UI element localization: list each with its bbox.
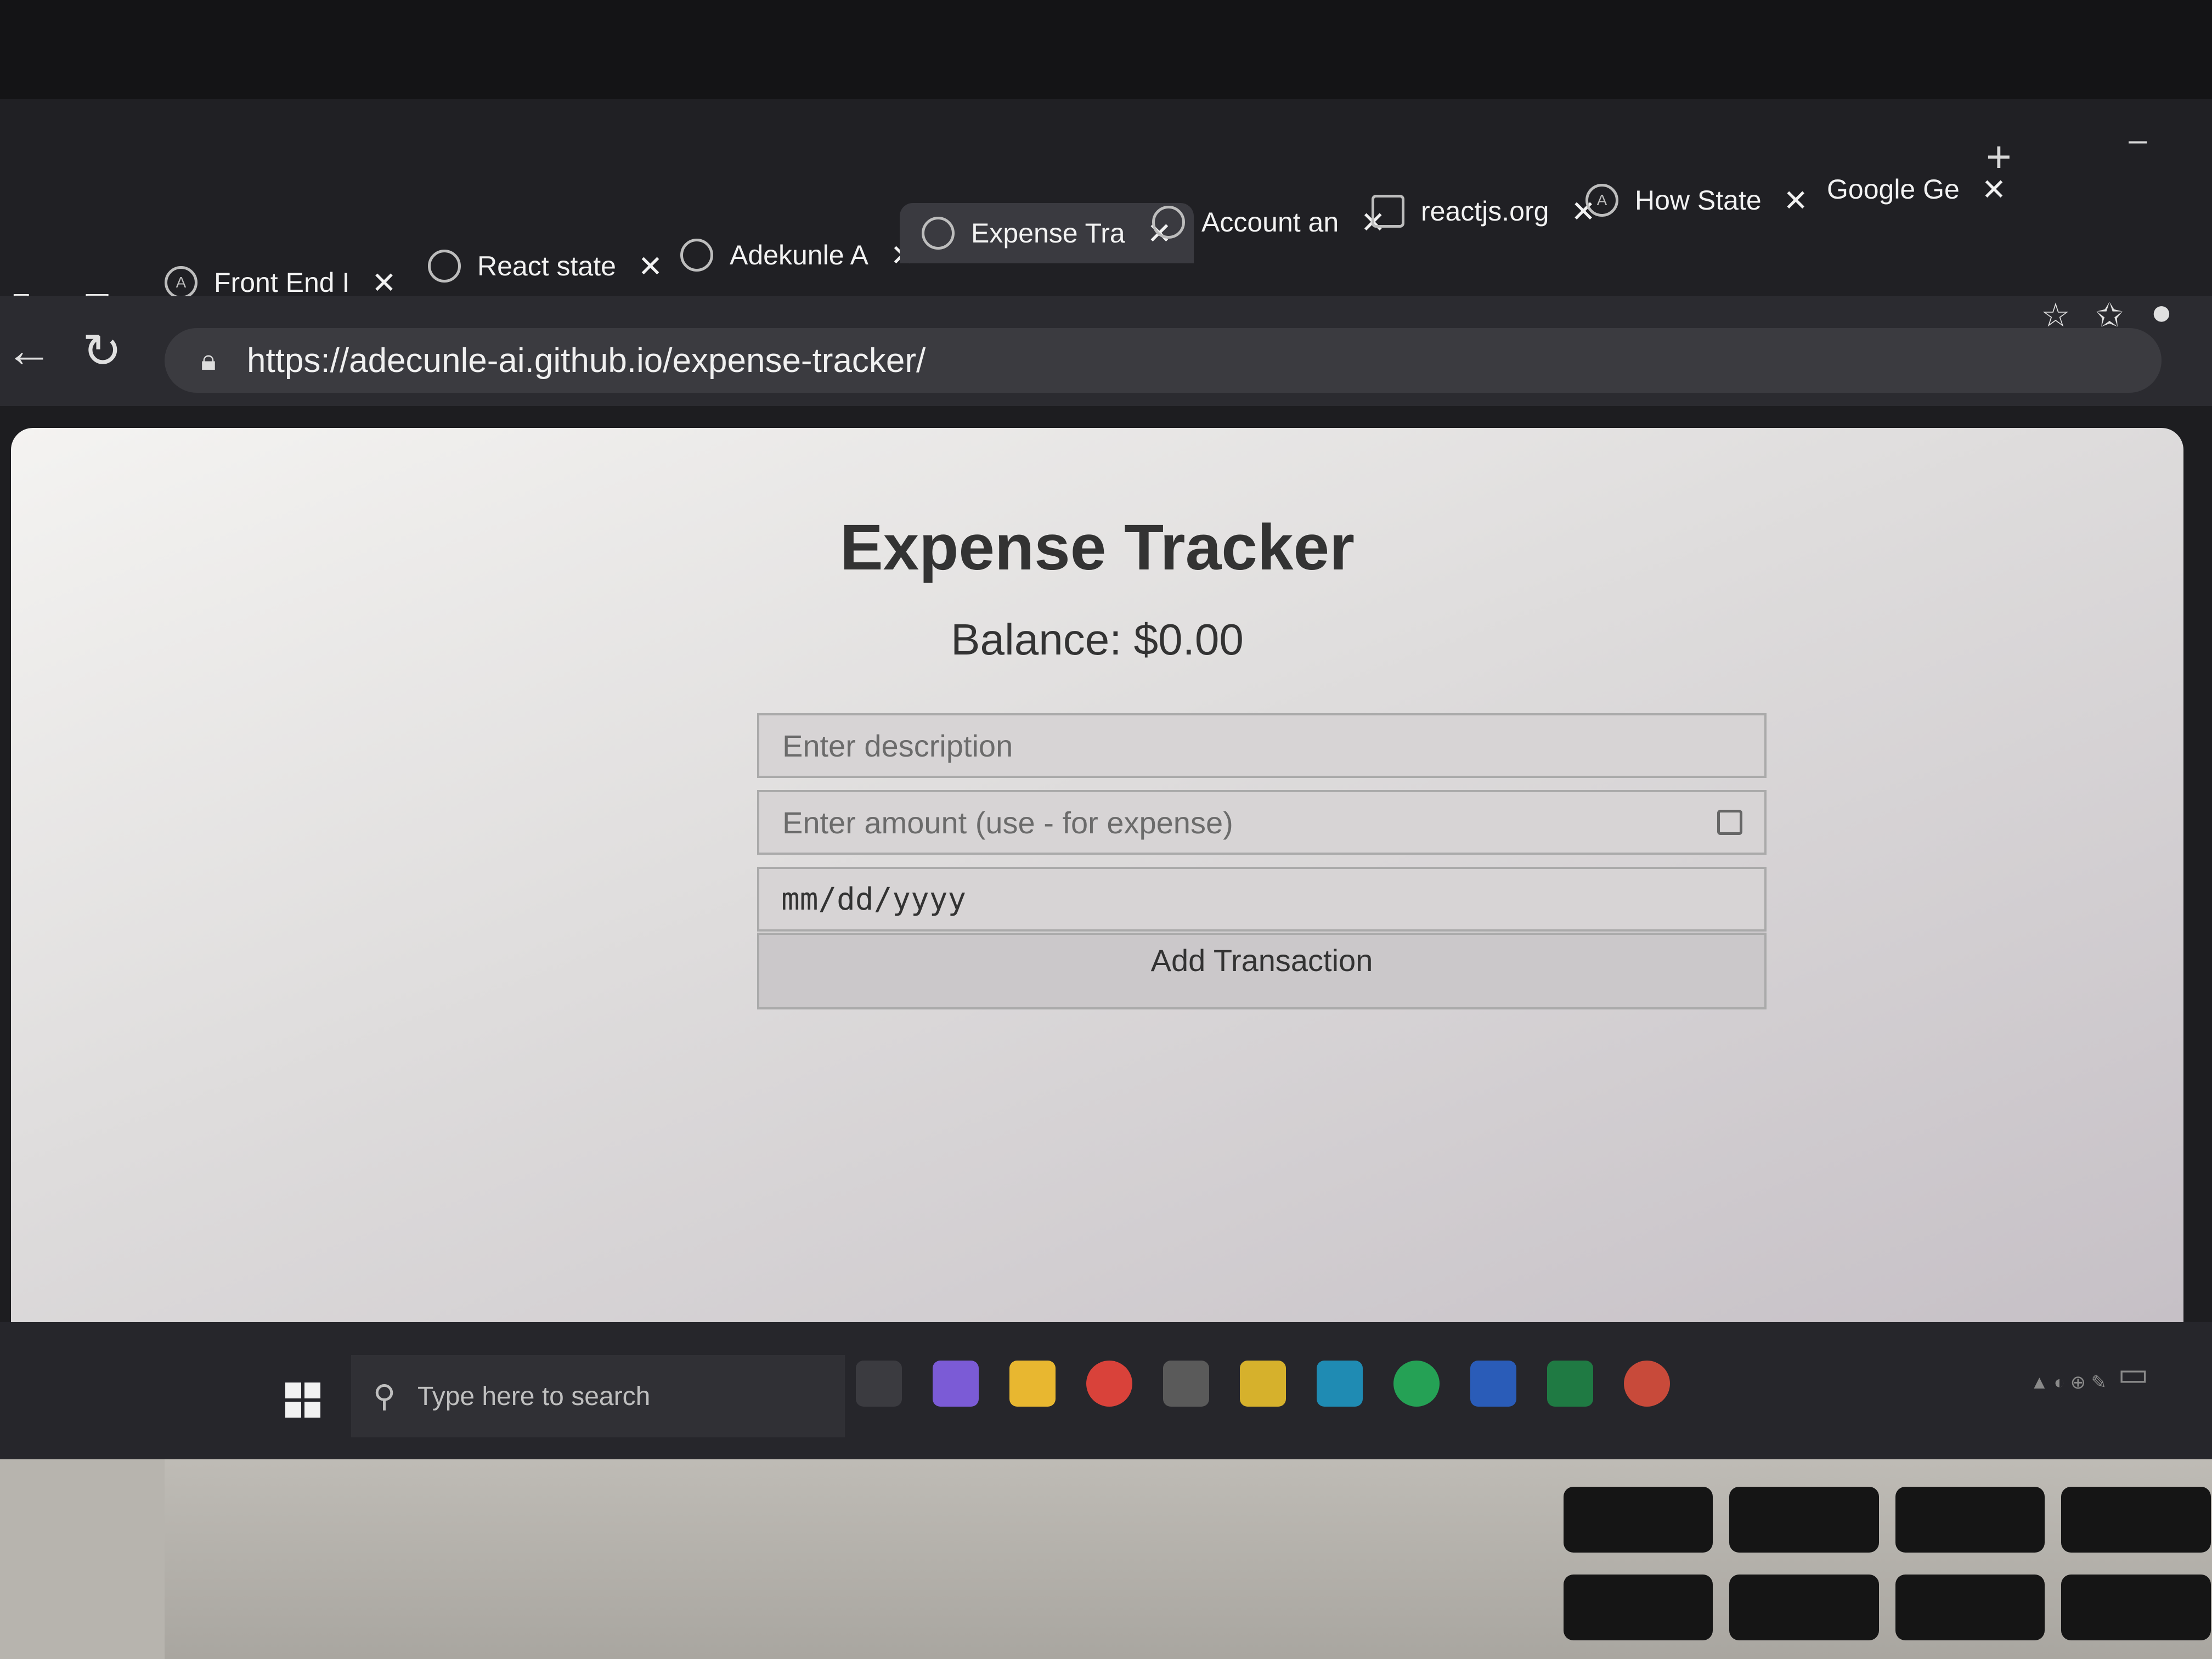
browser-tab-strip: ⧉ ▭ A Front End I ✕ React state ✕ Adekun…: [0, 99, 2212, 319]
description-input[interactable]: [757, 713, 1767, 778]
notifications-icon[interactable]: ▭: [2118, 1355, 2149, 1393]
tab-label: How State: [1635, 185, 1762, 216]
tab-label: Front End I: [214, 267, 350, 298]
close-icon[interactable]: ✕: [638, 249, 663, 284]
windows-taskbar: ⚲ Type here to search ▲ ◐ ⊕ ✎ ▭: [0, 1322, 2212, 1459]
favorites-bar-icon[interactable]: ✩: [2096, 296, 2123, 335]
refresh-icon[interactable]: ↻: [82, 324, 122, 379]
openai-icon: [428, 250, 461, 283]
favicon-a-icon: A: [165, 266, 198, 299]
copilot-icon[interactable]: [933, 1361, 979, 1407]
chrome-profile-icon[interactable]: [1624, 1361, 1670, 1407]
tab-label: Expense Tra: [971, 218, 1125, 249]
word-icon[interactable]: [1470, 1361, 1516, 1407]
taskbar-search[interactable]: ⚲ Type here to search: [351, 1355, 845, 1437]
system-tray[interactable]: ▲ ◐ ⊕ ✎: [1854, 1372, 2107, 1393]
address-url: https://adecunle-ai.github.io/expense-tr…: [247, 341, 926, 380]
browser-navbar: ← ↻ 🔒︎ https://adecunle-ai.github.io/exp…: [0, 291, 2212, 406]
windows-start-icon[interactable]: [285, 1383, 320, 1418]
close-icon[interactable]: ✕: [371, 266, 396, 300]
document-icon: [1372, 195, 1404, 228]
description-field[interactable]: [781, 727, 1742, 764]
tab-reactjs[interactable]: reactjs.org ✕: [1372, 181, 1596, 241]
close-icon[interactable]: ✕: [1784, 183, 1808, 218]
tab-expense-tracker[interactable]: Expense Tra ✕: [900, 203, 1194, 263]
back-icon[interactable]: ←: [5, 324, 53, 378]
github-icon: [1152, 206, 1185, 239]
minimize-icon[interactable]: –: [2129, 121, 2147, 159]
tab-account[interactable]: Account an ✕: [1152, 192, 1385, 252]
search-icon: ⚲: [373, 1379, 396, 1413]
tab-how-state[interactable]: A How State ✕: [1585, 170, 1808, 230]
excel-icon[interactable]: [1547, 1361, 1593, 1407]
profile-avatar-icon[interactable]: ●: [2151, 291, 2172, 332]
chrome-icon[interactable]: [1086, 1361, 1132, 1407]
tab-adekunle[interactable]: Adekunle A ✕: [680, 225, 915, 285]
sticky-notes-icon[interactable]: [1240, 1361, 1286, 1407]
keyboard-row: [1564, 1575, 2212, 1640]
new-tab-button[interactable]: +: [1986, 132, 2012, 182]
globe-icon: [680, 239, 713, 272]
tab-label: React state: [477, 251, 616, 281]
balance-display: Balance: $0.00: [951, 615, 1244, 664]
calculator-icon: [1717, 810, 1742, 835]
page-title: Expense Tracker: [839, 511, 1355, 584]
edge-icon[interactable]: [1317, 1361, 1363, 1407]
tab-google[interactable]: Google Ge ✕: [1827, 159, 2006, 219]
address-bar[interactable]: 🔒︎ https://adecunle-ai.github.io/expense…: [165, 328, 2162, 393]
file-explorer-icon[interactable]: [1009, 1361, 1056, 1407]
laptop-screen: ⧉ ▭ A Front End I ✕ React state ✕ Adekun…: [0, 99, 2212, 1459]
amount-input[interactable]: [757, 790, 1767, 855]
app-icon[interactable]: [1163, 1361, 1209, 1407]
add-transaction-button[interactable]: Add Transaction: [757, 933, 1767, 1009]
amount-field[interactable]: [781, 804, 1706, 841]
favorites-icon[interactable]: ☆: [2041, 296, 2070, 335]
web-page: Expense Tracker Balance: $0.00 mm/dd/yyy…: [11, 428, 2183, 1322]
tab-react-state[interactable]: React state ✕: [428, 236, 663, 296]
favicon-a-icon: A: [1585, 184, 1618, 217]
tab-label: Account an: [1201, 207, 1339, 238]
taskbar-search-placeholder: Type here to search: [417, 1381, 651, 1411]
date-placeholder: mm/dd/yyyy: [781, 881, 967, 917]
keyboard-row: [1564, 1487, 2212, 1553]
tab-label: Google Ge: [1827, 174, 1960, 205]
lock-icon: 🔒︎: [201, 345, 216, 376]
tab-label: reactjs.org: [1421, 196, 1549, 227]
globe-icon: [922, 217, 955, 250]
task-view-icon[interactable]: [856, 1361, 902, 1407]
whatsapp-icon[interactable]: [1393, 1361, 1440, 1407]
tab-label: Adekunle A: [730, 240, 868, 270]
date-input[interactable]: mm/dd/yyyy: [757, 867, 1767, 932]
